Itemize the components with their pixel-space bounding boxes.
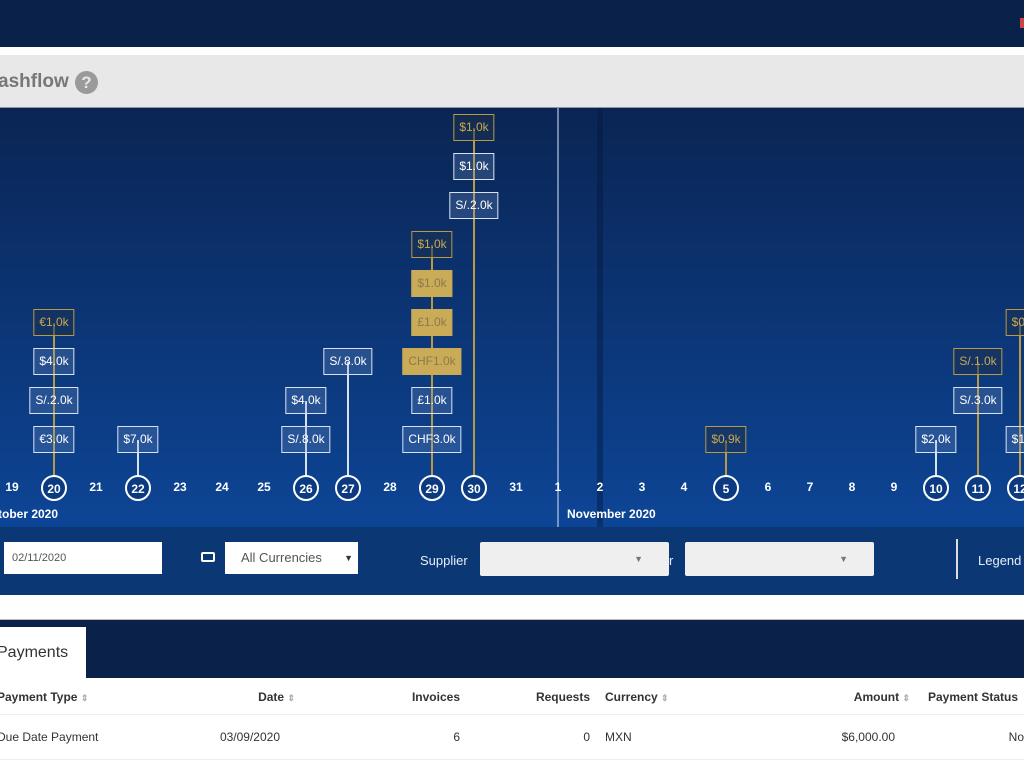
chevron-down-icon: ▼ — [634, 554, 643, 564]
cell-currency: MXN — [590, 714, 740, 760]
col-currency[interactable]: Currency ⇕ — [590, 680, 740, 715]
title-bar: ashflow — [0, 55, 1024, 108]
chevron-down-icon: ▼ — [839, 554, 848, 564]
cashflow-entry[interactable]: $1.0k — [411, 270, 453, 297]
month-label-october: tober 2020 — [0, 507, 59, 521]
cashflow-entry[interactable]: $1.0k — [453, 153, 495, 180]
cashflow-entry[interactable]: £1.0k — [411, 309, 453, 336]
cashflow-entry[interactable]: $4.0k — [285, 387, 327, 414]
cashflow-entry[interactable]: CHF1.0k — [402, 348, 462, 375]
cashflow-entry[interactable]: $1.0k — [453, 114, 495, 141]
cashflow-entry[interactable]: $7.0k — [117, 426, 159, 453]
cashflow-entry[interactable]: S/.8.0k — [281, 426, 331, 453]
cashflow-entry[interactable]: S/.2.0k — [29, 387, 79, 414]
day-27[interactable]: 27 — [335, 475, 361, 501]
cashflow-timeline: tober 2020 November 2020 19 20 21 22 23 24 25 2… — [0, 108, 1024, 527]
col-payment-type[interactable]: Payment Type ⇕ — [0, 680, 180, 715]
col-date[interactable]: Date ⇕ — [180, 680, 295, 715]
supplier-label: Supplier — [420, 553, 468, 568]
day-21: 21 — [89, 480, 103, 494]
second-filter-label: r — [669, 553, 674, 568]
cell-invoices: 6 — [295, 714, 460, 760]
top-navbar — [0, 0, 1024, 47]
cell-date: 03/09/2020 — [180, 714, 295, 760]
month-divider — [557, 108, 559, 527]
day-23: 23 — [173, 480, 187, 494]
table-row[interactable]: Due Date Payment 03/09/2020 6 0 MXN $6,0… — [0, 714, 1024, 760]
day-9: 9 — [890, 480, 898, 494]
language-flag-icon[interactable] — [1020, 18, 1024, 28]
cashflow-entry[interactable]: $0. — [1005, 309, 1024, 336]
day-1: 1 — [554, 480, 562, 494]
day-20[interactable]: 20 — [41, 475, 67, 501]
day-5[interactable]: 5 — [713, 475, 739, 501]
cashflow-entry[interactable]: €1.0k — [33, 309, 75, 336]
supplier-select[interactable]: ▼ — [480, 542, 669, 576]
day-26[interactable]: 26 — [293, 475, 319, 501]
page-title: ashflow — [0, 71, 69, 92]
cashflow-entry[interactable]: £1.0k — [411, 387, 453, 414]
cell-amount: $6,000.00 — [740, 714, 910, 760]
cell-status: No — [910, 714, 1024, 760]
currency-value: All Currencies — [241, 550, 322, 565]
day-7: 7 — [806, 480, 814, 494]
col-amount[interactable]: Amount ⇕ — [740, 680, 910, 715]
payments-table: Payment Type ⇕ Date ⇕ Invoices Requests … — [0, 680, 1024, 760]
cashflow-entry[interactable]: S/.8.0k — [323, 348, 373, 375]
day-29[interactable]: 29 — [419, 475, 445, 501]
day-connector-line — [473, 128, 475, 478]
cashflow-entry[interactable]: $4.0k — [33, 348, 75, 375]
cashflow-entry[interactable]: €3.0k — [33, 426, 75, 453]
tab-bar: Payments — [0, 620, 1024, 678]
tab-payments[interactable]: Payments — [0, 627, 86, 678]
cashflow-entry[interactable]: S/.3.0k — [953, 387, 1003, 414]
day-24: 24 — [215, 480, 229, 494]
filter-bar: 02/11/2020 All Currencies ▼ Supplier ▼ r … — [0, 527, 1024, 595]
day-connector-line — [347, 362, 349, 478]
cell-requests: 0 — [460, 714, 590, 760]
cell-type: Due Date Payment — [0, 714, 180, 760]
day-8: 8 — [848, 480, 856, 494]
col-requests: Requests — [460, 680, 590, 715]
second-select[interactable]: ▼ — [685, 542, 874, 576]
legend-button[interactable]: Legend — [978, 553, 1021, 568]
col-payment-status: Payment Status — [910, 680, 1024, 715]
day-connector-line — [1019, 323, 1021, 478]
day-6: 6 — [764, 480, 772, 494]
cashflow-entry[interactable]: $1. — [1005, 426, 1024, 453]
col-invoices: Invoices — [295, 680, 460, 715]
currency-select[interactable]: All Currencies ▼ — [225, 542, 358, 574]
separator — [956, 539, 958, 579]
date-input[interactable]: 02/11/2020 — [4, 542, 162, 574]
spacer — [0, 595, 1024, 620]
table-header: Payment Type ⇕ Date ⇕ Invoices Requests … — [0, 680, 1024, 715]
today-marker — [597, 108, 603, 527]
day-3: 3 — [638, 480, 646, 494]
cashflow-entry[interactable]: S/.1.0k — [953, 348, 1003, 375]
day-25: 25 — [257, 480, 271, 494]
day-19: 19 — [5, 480, 19, 494]
day-22[interactable]: 22 — [125, 475, 151, 501]
day-2: 2 — [596, 480, 604, 494]
spacer — [0, 47, 1024, 55]
day-connector-line — [977, 362, 979, 478]
day-4: 4 — [680, 480, 688, 494]
day-11[interactable]: 11 — [965, 475, 991, 501]
cashflow-entry[interactable]: CHF3.0k — [402, 426, 462, 453]
cashflow-entry[interactable]: $2.0k — [915, 426, 957, 453]
month-label-november: November 2020 — [567, 507, 656, 521]
day-10[interactable]: 10 — [923, 475, 949, 501]
day-30[interactable]: 30 — [461, 475, 487, 501]
help-icon[interactable]: ? — [75, 71, 98, 94]
day-12[interactable]: 12 — [1007, 475, 1024, 501]
chevron-down-icon: ▼ — [344, 553, 353, 563]
day-31: 31 — [509, 480, 523, 494]
cashflow-entry[interactable]: S/.2.0k — [449, 192, 499, 219]
cashflow-entry[interactable]: $0.9k — [705, 426, 747, 453]
banknote-icon — [201, 552, 215, 562]
cashflow-entry[interactable]: $1.0k — [411, 231, 453, 258]
day-28: 28 — [383, 480, 397, 494]
